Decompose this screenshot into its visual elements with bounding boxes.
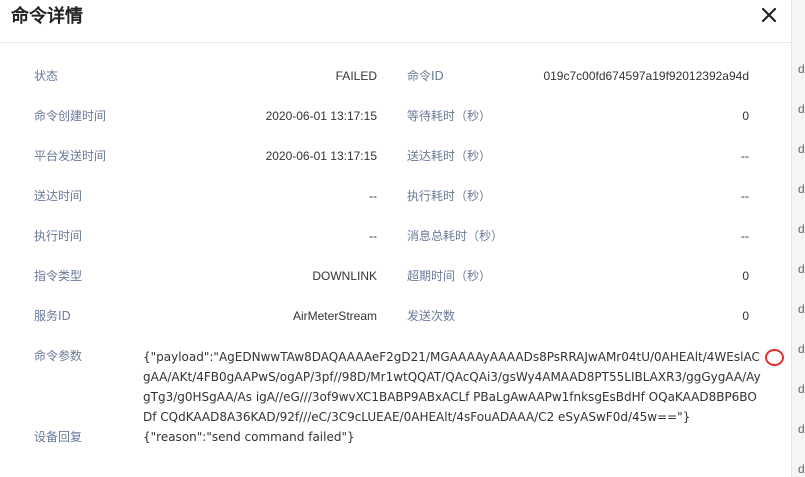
execution-duration-value: -- — [741, 189, 749, 203]
strip-char: d — [798, 382, 805, 396]
created-time-value: 2020-06-01 13:17:15 — [265, 109, 377, 123]
status-value: FAILED — [335, 69, 377, 83]
service-id-label: 服务ID — [34, 309, 71, 323]
delivery-time-label: 送达时间 — [34, 189, 83, 203]
background-page-strip: d d d d d d d d d d d — [791, 0, 805, 477]
command-type-label: 指令类型 — [34, 269, 83, 283]
status-label: 状态 — [34, 69, 59, 83]
created-time-label: 命令创建时间 — [34, 109, 107, 123]
device-reply-label: 设备回复 — [34, 430, 83, 444]
wait-duration-value: 0 — [742, 109, 749, 123]
strip-char: d — [798, 262, 805, 276]
timeout-label: 超期时间（秒） — [407, 269, 492, 283]
command-id-label: 命令ID — [407, 69, 444, 83]
execution-time-label: 执行时间 — [34, 229, 83, 243]
strip-char: d — [798, 302, 805, 316]
command-type-value: DOWNLINK — [312, 269, 377, 283]
command-id-value: 019c7c00fd674597a19f92012392a94d — [543, 69, 749, 83]
send-count-label: 发送次数 — [407, 309, 456, 323]
strip-char: d — [798, 422, 805, 436]
command-params-label: 命令参数 — [34, 349, 83, 363]
total-message-duration-value: -- — [741, 229, 749, 243]
platform-send-time-value: 2020-06-01 13:17:15 — [265, 149, 377, 163]
execution-duration-label: 执行耗时（秒） — [407, 189, 492, 203]
command-details-dialog: 命令详情 状态 FAILED 命令ID 019c7c00fd674597a19f… — [0, 0, 791, 477]
command-params-value: {"payload":"AgEDNwwTAw8DAQAAAAeF2gD21/MG… — [143, 350, 761, 424]
strip-char: d — [798, 182, 805, 196]
strip-char: d — [798, 342, 805, 356]
delivery-duration-value: -- — [741, 149, 749, 163]
total-message-duration-label: 消息总耗时（秒） — [407, 229, 504, 243]
delivery-time-value: -- — [369, 189, 377, 203]
dialog-header: 命令详情 — [0, 0, 791, 43]
service-id-value: AirMeterStream — [292, 309, 377, 323]
delivery-duration-label: 送达耗时（秒） — [407, 149, 492, 163]
strip-char: d — [798, 62, 805, 76]
strip-char: d — [798, 142, 805, 156]
device-reply-value: {"reason":"send command failed"} — [143, 430, 355, 444]
execution-time-value: -- — [369, 229, 377, 243]
strip-char: d — [798, 102, 805, 116]
strip-char: d — [798, 222, 805, 236]
annotation-circle — [765, 349, 784, 366]
strip-char: d — [798, 462, 805, 476]
timeout-value: 0 — [742, 269, 749, 283]
platform-send-time-label: 平台发送时间 — [34, 149, 107, 163]
dialog-title: 命令详情 — [11, 6, 83, 27]
send-count-value: 0 — [742, 309, 749, 323]
close-icon[interactable] — [760, 6, 778, 24]
wait-duration-label: 等待耗时（秒） — [407, 109, 492, 123]
